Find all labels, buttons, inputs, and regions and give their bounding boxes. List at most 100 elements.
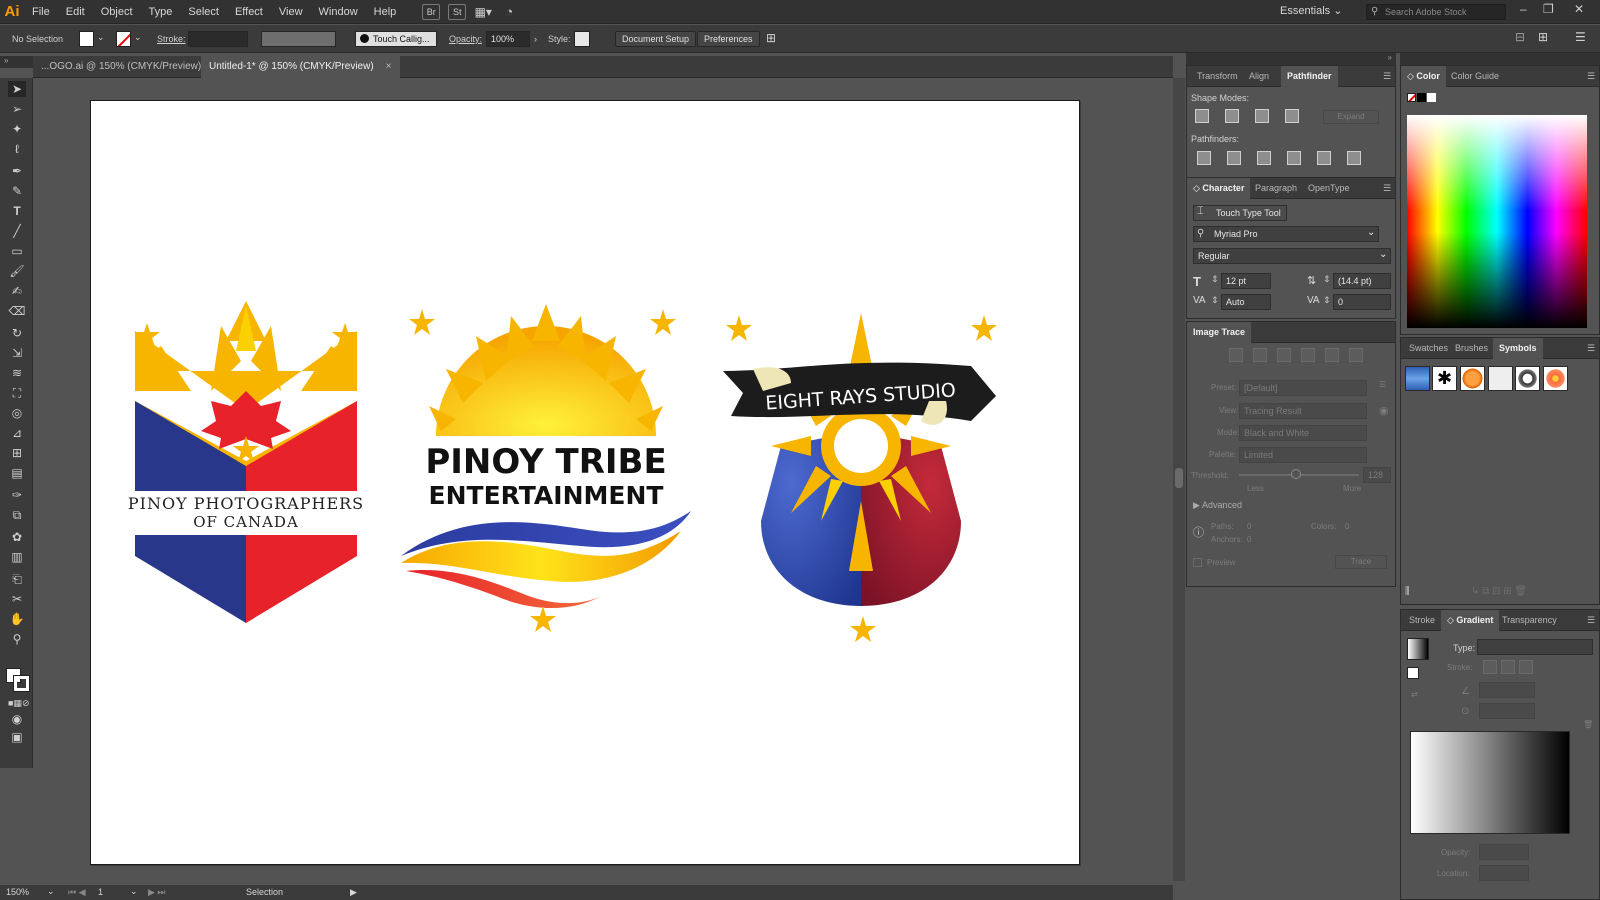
palette-field[interactable]: Limited: [1239, 447, 1367, 463]
exclude-icon[interactable]: [1285, 109, 1299, 123]
rotate-tool-icon[interactable]: ↻: [8, 325, 26, 341]
scroll-thumb[interactable]: [1175, 468, 1183, 488]
menu-type[interactable]: Type: [141, 0, 181, 24]
stop-opacity-field[interactable]: [1479, 844, 1529, 860]
white-swatch[interactable]: [1427, 93, 1436, 102]
draw-mode-icon[interactable]: ◉: [8, 711, 26, 727]
stepper-icon[interactable]: ⇕: [1323, 274, 1331, 285]
brush-definition[interactable]: Touch Callig...: [355, 31, 437, 47]
magic-wand-icon[interactable]: ✦: [8, 121, 26, 137]
panel-menu-icon[interactable]: ☰: [1581, 610, 1600, 631]
document-setup-button[interactable]: Document Setup: [615, 31, 697, 47]
panel-menu-icon[interactable]: ⊟: [1515, 30, 1525, 44]
minus-front-icon[interactable]: [1225, 109, 1239, 123]
tab-logo-document[interactable]: ...OGO.ai @ 150% (CMYK/Preview)×: [33, 56, 227, 78]
auto-color-icon[interactable]: [1229, 348, 1243, 362]
chevron-down-icon[interactable]: ⌄: [130, 886, 138, 897]
color-spectrum-picker[interactable]: [1407, 115, 1587, 328]
chevron-down-icon[interactable]: ⌄: [1379, 249, 1387, 260]
stock-search-input[interactable]: Search Adobe Stock: [1366, 4, 1506, 20]
black-white-icon[interactable]: [1325, 348, 1339, 362]
graphic-style-swatch[interactable]: [574, 31, 590, 47]
high-color-icon[interactable]: [1253, 348, 1267, 362]
chevron-down-icon[interactable]: ⌄: [47, 886, 55, 897]
symbol-library-icon[interactable]: ⫼: [1405, 586, 1410, 597]
menu-help[interactable]: Help: [366, 0, 405, 24]
low-color-icon[interactable]: [1277, 348, 1291, 362]
artboard-number[interactable]: 1: [98, 887, 103, 897]
slice-tool-icon[interactable]: ✂: [8, 591, 26, 607]
symbol-splatter[interactable]: ✱: [1432, 366, 1457, 391]
symbol-page-curl[interactable]: [1488, 366, 1513, 391]
aspect-ratio-field[interactable]: [1479, 703, 1535, 719]
shaper-tool-icon[interactable]: ✍: [8, 283, 26, 299]
scale-tool-icon[interactable]: ⇲: [8, 345, 26, 361]
line-tool-icon[interactable]: ╱: [8, 223, 26, 239]
restore-icon[interactable]: ❐: [1543, 2, 1554, 16]
fill-swatch[interactable]: [79, 31, 94, 47]
grayscale-icon[interactable]: [1301, 348, 1315, 362]
type-tool-icon[interactable]: T: [8, 203, 26, 219]
crop-icon[interactable]: [1287, 151, 1301, 165]
pen-tool-icon[interactable]: ✒: [8, 163, 26, 179]
tab-opentype[interactable]: OpenType: [1302, 178, 1356, 199]
workspace-switcher[interactable]: Essentials ⌄: [1280, 4, 1342, 17]
logo-pinoy-tribe[interactable]: PINOY TRIBE ENTERTAINMENT: [401, 304, 691, 632]
preset-field[interactable]: [Default]: [1239, 380, 1367, 396]
tab-transparency[interactable]: Transparency: [1496, 610, 1563, 631]
menu-view[interactable]: View: [271, 0, 311, 24]
chevron-right-icon[interactable]: ›: [534, 34, 537, 44]
symbol-blue-banner[interactable]: [1405, 366, 1430, 391]
preset-list-icon[interactable]: ☰: [1379, 380, 1386, 389]
stroke-label[interactable]: Stroke:: [157, 34, 186, 44]
symbol-actions-icons[interactable]: ↳ ⧉ ⊟ ⊞ 🗑︎: [1471, 586, 1527, 597]
stock-button[interactable]: St: [448, 3, 467, 20]
close-tab-icon[interactable]: ×: [386, 61, 392, 72]
gradient-tool-icon[interactable]: ▤: [8, 465, 26, 481]
artboard[interactable]: PINOY PHOTOGRAPHERS OF CANADA PINOY TRIB…: [90, 100, 1080, 865]
eraser-tool-icon[interactable]: ⌫: [8, 303, 26, 319]
outline-trace-icon[interactable]: [1349, 348, 1363, 362]
panel-collapse-icon[interactable]: »: [1186, 53, 1396, 65]
rectangle-tool-icon[interactable]: ▭: [8, 243, 26, 259]
preview-checkbox[interactable]: [1193, 558, 1202, 567]
kerning-field[interactable]: Auto: [1221, 294, 1271, 310]
chevron-down-icon[interactable]: ⌄: [1367, 227, 1375, 238]
vertical-scrollbar[interactable]: [1173, 78, 1185, 881]
width-tool-icon[interactable]: ≋: [8, 365, 26, 381]
tab-color[interactable]: ◇ Color: [1401, 66, 1446, 87]
color-mode-icons[interactable]: ■▦⊘: [8, 695, 29, 711]
mesh-tool-icon[interactable]: ⊞: [8, 445, 26, 461]
chevron-down-icon[interactable]: ⌄: [134, 32, 142, 43]
toolbar-collapse-icon[interactable]: »: [0, 56, 33, 68]
stroke-color-icon[interactable]: [13, 675, 30, 692]
logo-eight-rays-studio[interactable]: EIGHT RAYS STUDIO: [723, 313, 997, 642]
panel-menu-icon[interactable]: ☰: [1581, 66, 1600, 87]
menu-window[interactable]: Window: [311, 0, 366, 24]
tab-untitled-document[interactable]: Untitled-1* @ 150% (CMYK/Preview) ×: [201, 56, 400, 78]
opacity-label[interactable]: Opacity:: [449, 34, 482, 44]
arrange-icon[interactable]: ⊞: [1538, 30, 1548, 44]
opacity-field[interactable]: 100%: [486, 31, 530, 47]
screen-mode-icon[interactable]: ▣: [8, 729, 26, 745]
tab-swatches[interactable]: Swatches: [1403, 338, 1454, 359]
options-icon[interactable]: ☰: [1575, 30, 1586, 44]
tracking-field[interactable]: 0: [1333, 294, 1391, 310]
font-style-field[interactable]: Regular: [1193, 248, 1391, 264]
angle-field[interactable]: [1479, 682, 1535, 698]
bridge-button[interactable]: Br: [422, 3, 441, 20]
symbol-ring[interactable]: [1515, 366, 1540, 391]
gradient-type-field[interactable]: [1477, 639, 1593, 655]
tab-image-trace[interactable]: Image Trace: [1187, 322, 1252, 343]
delete-stop-icon[interactable]: 🗑︎: [1583, 720, 1593, 729]
stroke-swatch[interactable]: [116, 31, 131, 47]
none-swatch[interactable]: [1407, 93, 1416, 102]
fill-stroke-icon[interactable]: [1407, 667, 1419, 679]
curvature-tool-icon[interactable]: ✎: [8, 183, 26, 199]
preferences-button[interactable]: Preferences: [697, 31, 760, 47]
tab-color-guide[interactable]: Color Guide: [1445, 66, 1505, 87]
divide-icon[interactable]: [1197, 151, 1211, 165]
paintbrush-tool-icon[interactable]: 🖌︎: [8, 263, 26, 279]
artboard-tool-icon[interactable]: ⎗: [8, 571, 26, 587]
tab-character[interactable]: ◇ Character: [1187, 178, 1251, 199]
